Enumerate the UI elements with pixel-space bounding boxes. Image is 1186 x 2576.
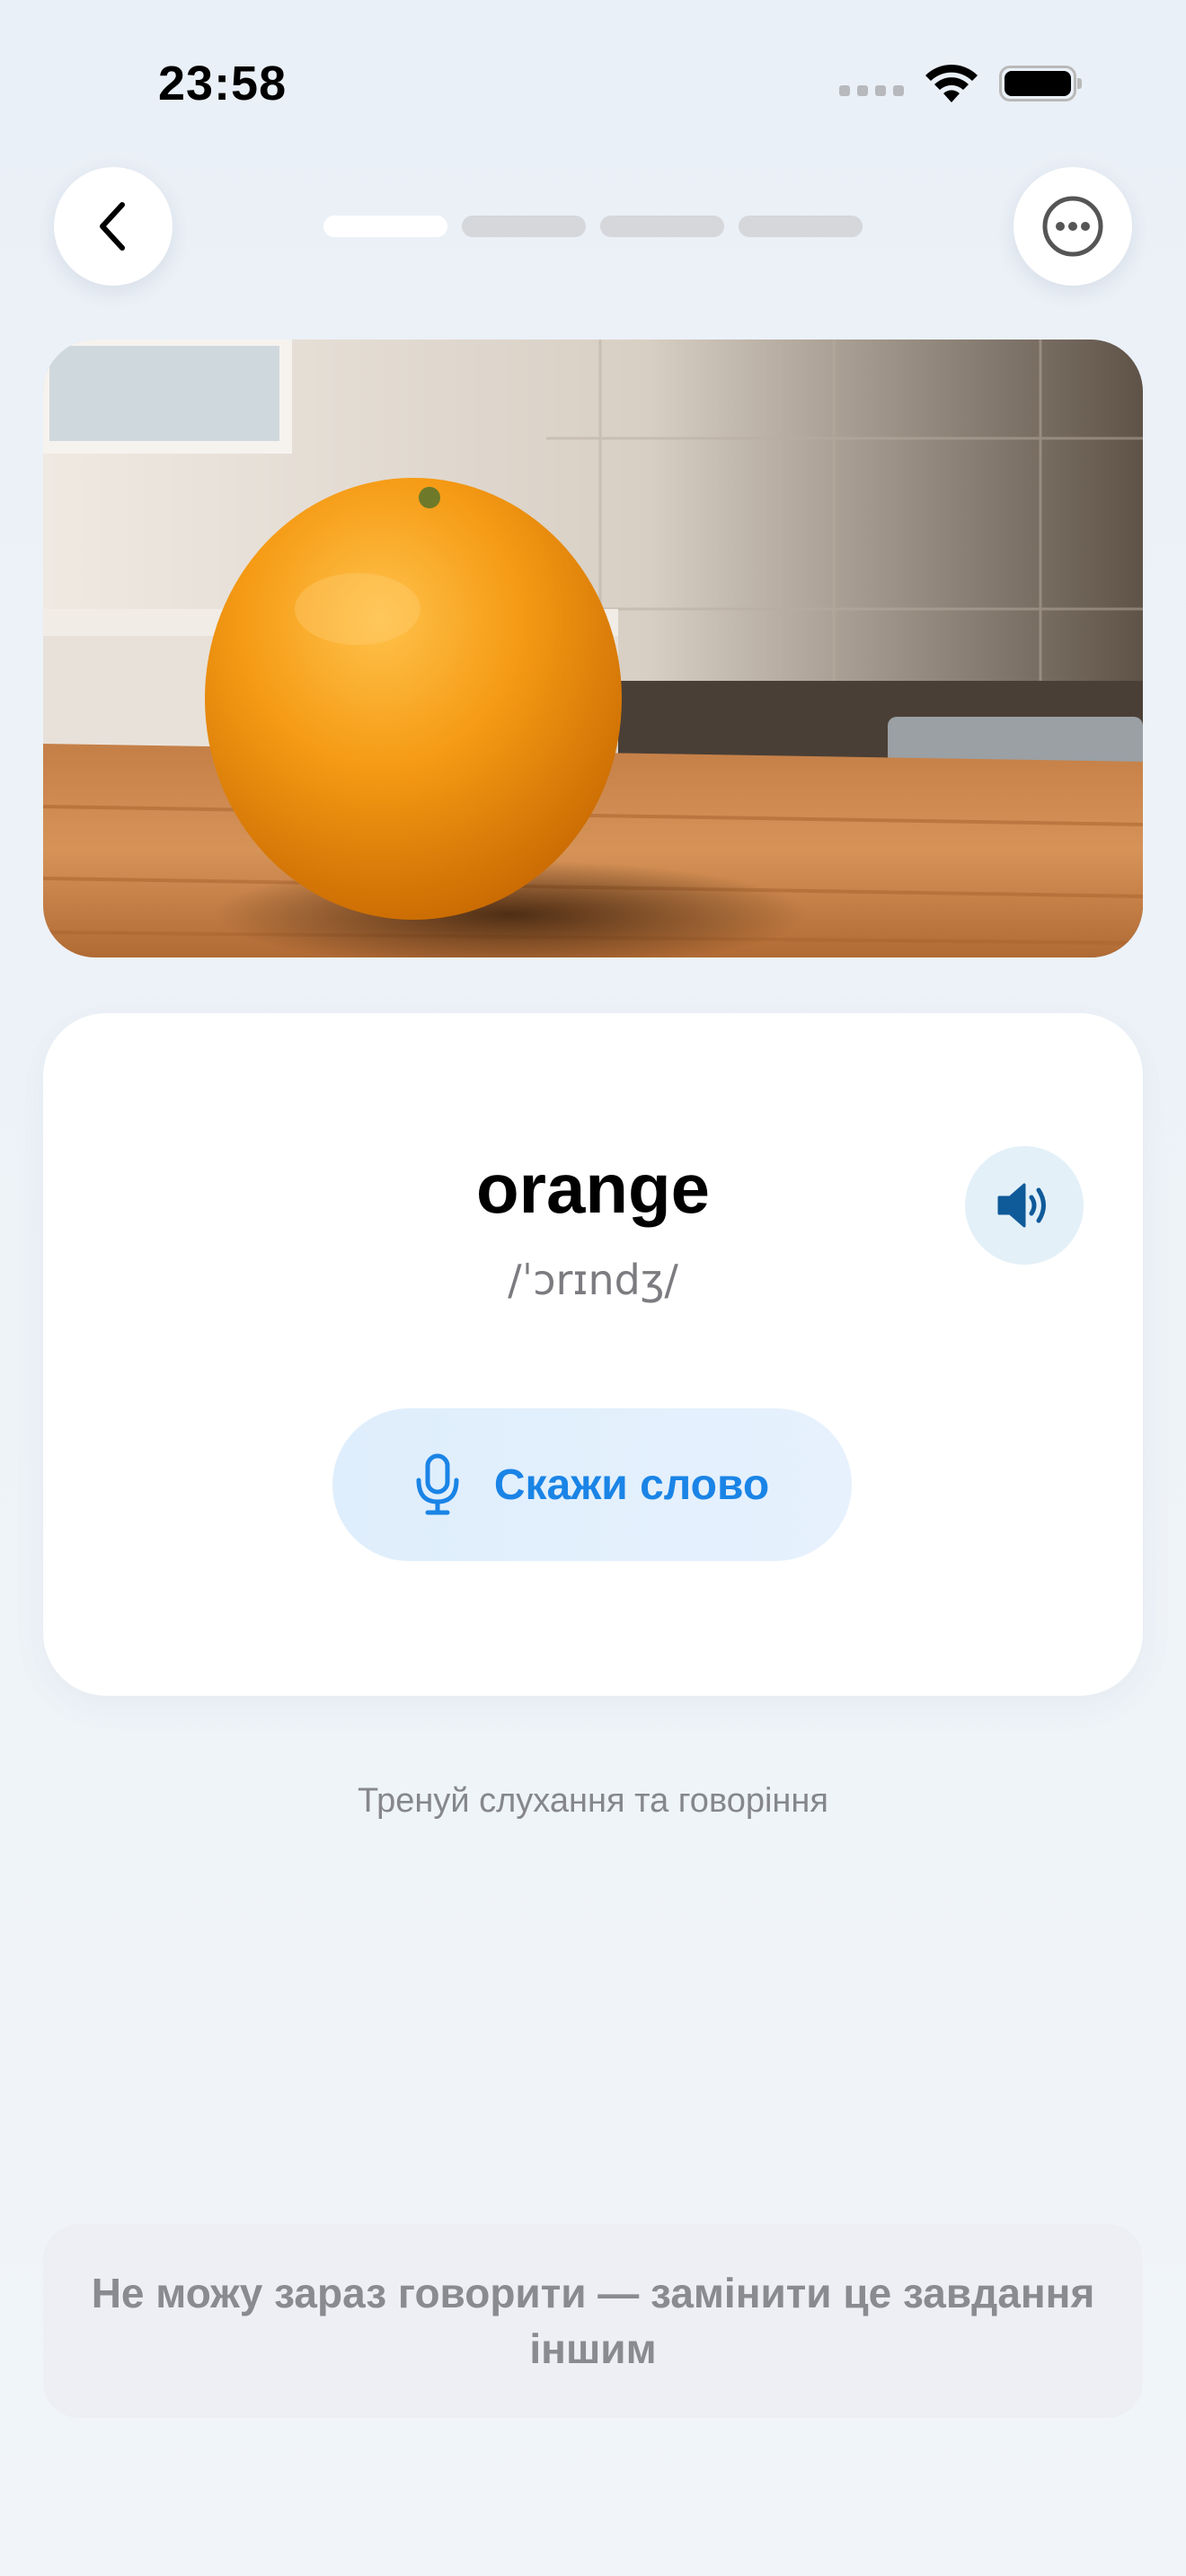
cellular-dots-icon bbox=[839, 85, 904, 96]
wifi-icon bbox=[925, 64, 978, 102]
skip-speaking-button[interactable]: Не можу зараз говорити — замінити це зав… bbox=[43, 2224, 1143, 2418]
practice-hint: Тренуй слухання та говоріння bbox=[358, 1782, 828, 1820]
progress-step-1 bbox=[323, 216, 447, 237]
status-time: 23:58 bbox=[158, 57, 288, 110]
progress-step-4 bbox=[739, 216, 863, 237]
status-icons bbox=[839, 63, 1082, 104]
orange-photo bbox=[43, 340, 1143, 957]
progress-indicator bbox=[323, 216, 863, 237]
say-word-button[interactable]: Скажи слово bbox=[332, 1408, 852, 1561]
skip-speaking-label: Не можу зараз говорити — замінити це зав… bbox=[91, 2270, 1095, 2372]
say-word-label: Скажи слово bbox=[493, 1460, 770, 1509]
speaker-icon bbox=[997, 1183, 1046, 1228]
more-options-button[interactable] bbox=[1013, 167, 1132, 286]
progress-step-3 bbox=[600, 216, 724, 237]
microphone-icon bbox=[416, 1453, 459, 1515]
play-sound-button[interactable] bbox=[965, 1146, 1084, 1265]
word-card: orange /ˈɔrɪndʒ/ Скажи слово bbox=[43, 1013, 1143, 1696]
chevron-left-icon bbox=[100, 202, 125, 251]
back-button[interactable] bbox=[54, 167, 173, 286]
battery-icon bbox=[999, 66, 1082, 101]
ellipsis-circle-icon bbox=[1042, 196, 1103, 257]
word-transcription: /ˈɔrɪndʒ/ bbox=[508, 1256, 678, 1304]
progress-step-2 bbox=[462, 216, 586, 237]
